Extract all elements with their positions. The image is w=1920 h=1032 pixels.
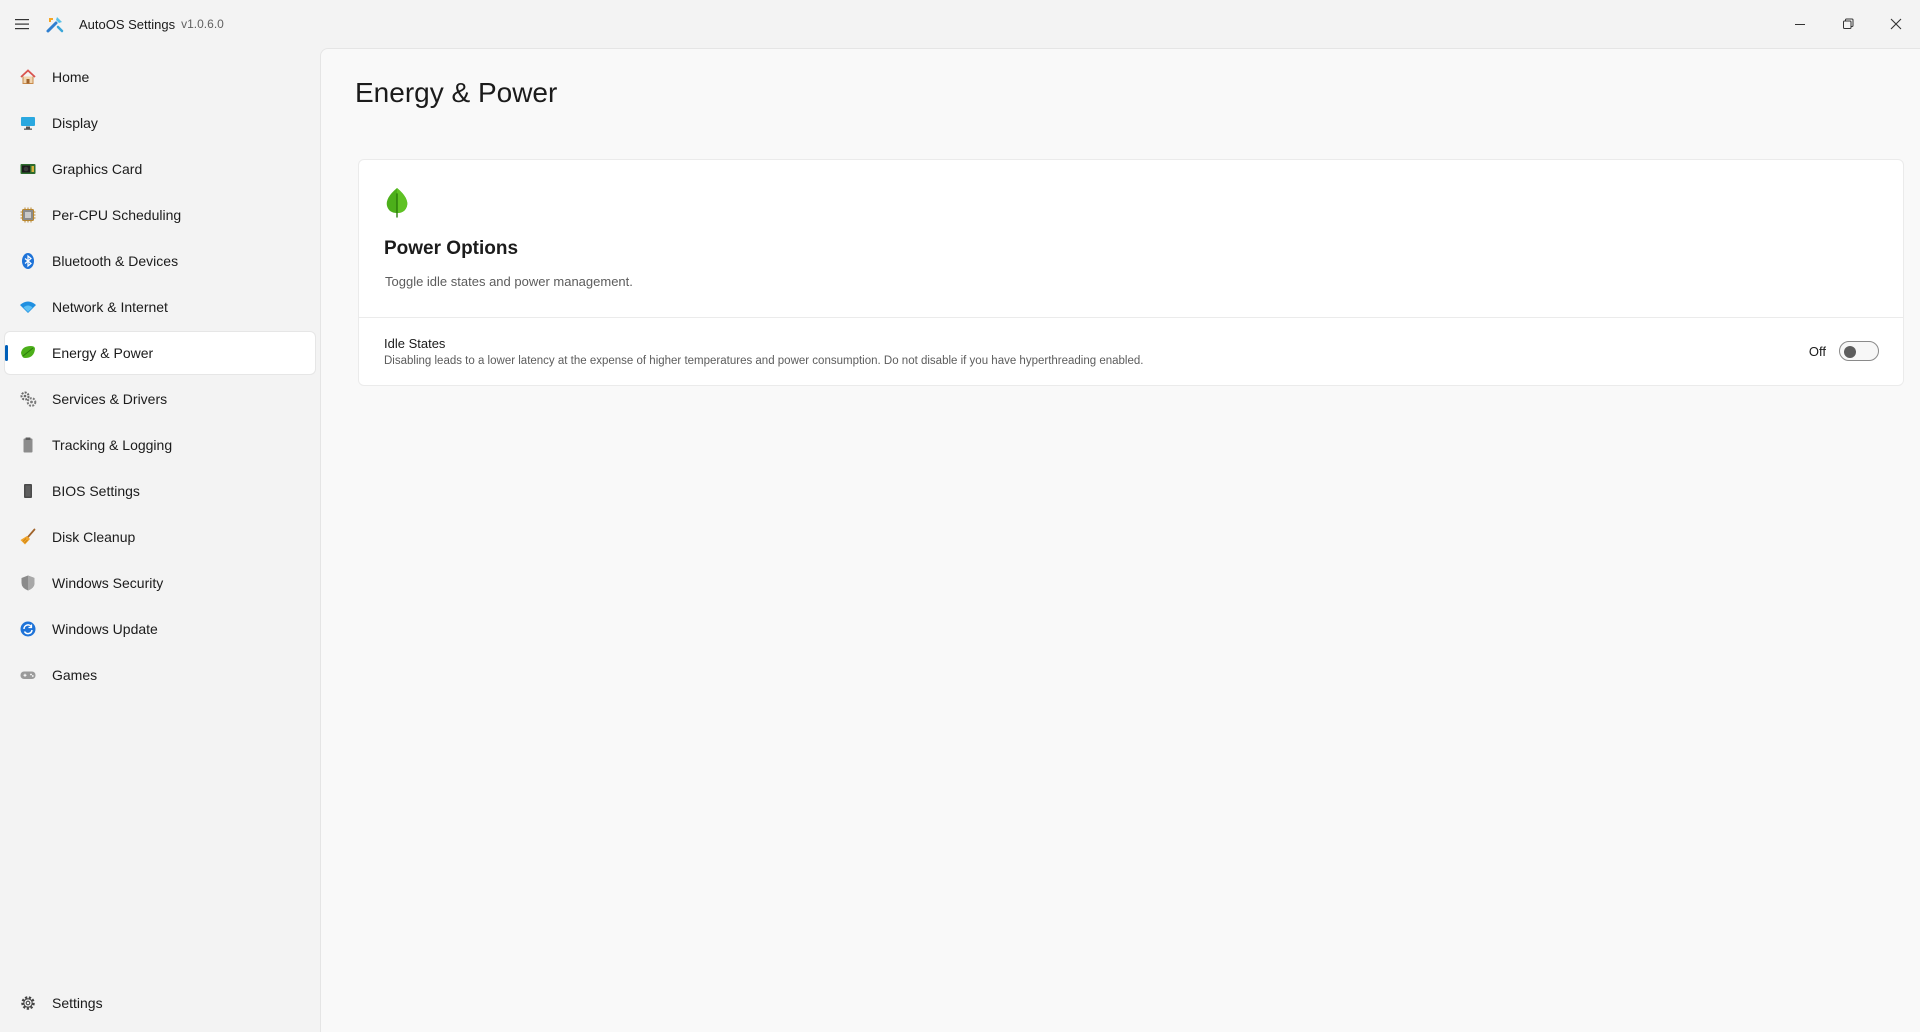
shield-icon xyxy=(18,573,38,593)
idle-states-row: Idle States Disabling leads to a lower l… xyxy=(359,318,1903,386)
close-icon xyxy=(1890,18,1902,30)
leaf-icon xyxy=(18,343,38,363)
setting-description: Disabling leads to a lower latency at th… xyxy=(384,355,1144,367)
sidebar-item-tracking-logging[interactable]: Tracking & Logging xyxy=(5,424,315,466)
gamepad-icon xyxy=(18,665,38,685)
close-button[interactable] xyxy=(1872,0,1920,48)
sidebar-item-bluetooth-devices[interactable]: Bluetooth & Devices xyxy=(5,240,315,282)
hamburger-icon xyxy=(15,19,29,30)
sidebar-item-disk-cleanup[interactable]: Disk Cleanup xyxy=(5,516,315,558)
sidebar-item-bios-settings[interactable]: BIOS Settings xyxy=(5,470,315,512)
sidebar-item-label: Display xyxy=(52,115,98,131)
gears-icon xyxy=(18,389,38,409)
minimize-icon xyxy=(1795,24,1805,25)
setting-title: Idle States xyxy=(384,336,446,351)
monitor-icon xyxy=(18,113,38,133)
sidebar-item-label: Network & Internet xyxy=(52,299,168,315)
power-options-card: Power Options Toggle idle states and pow… xyxy=(358,159,1904,386)
sidebar-item-label: Per-CPU Scheduling xyxy=(52,207,182,223)
restore-button[interactable] xyxy=(1824,0,1872,48)
hamburger-menu-button[interactable] xyxy=(2,4,42,44)
gear-icon xyxy=(18,993,38,1013)
update-icon xyxy=(18,619,38,639)
wifi-icon xyxy=(18,297,38,317)
sidebar-item-display[interactable]: Display xyxy=(5,102,315,144)
idle-states-toggle[interactable] xyxy=(1839,341,1879,361)
sidebar-item-label: Windows Update xyxy=(52,621,158,637)
idle-states-toggle-group: Off xyxy=(1809,341,1879,361)
clipboard-icon xyxy=(18,435,38,455)
sidebar-item-label: Bluetooth & Devices xyxy=(52,253,179,269)
app-version: v1.0.6.0 xyxy=(181,17,224,31)
page-title: Energy & Power xyxy=(355,77,558,108)
sidebar-item-label: Disk Cleanup xyxy=(52,529,136,545)
toggle-knob xyxy=(1844,346,1856,358)
sidebar-item-label: Windows Security xyxy=(52,575,164,591)
card-description: Toggle idle states and power management. xyxy=(385,274,633,289)
sidebar-item-network-internet[interactable]: Network & Internet xyxy=(5,286,315,328)
sidebar-item-label: Graphics Card xyxy=(52,161,143,177)
broom-icon xyxy=(18,527,38,547)
sidebar-item-label: Tracking & Logging xyxy=(52,437,173,453)
app-logo-icon xyxy=(45,13,67,35)
sidebar-item-games[interactable]: Games xyxy=(5,654,315,696)
sidebar-item-label: Energy & Power xyxy=(52,345,154,361)
sidebar-item-per-cpu-scheduling[interactable]: Per-CPU Scheduling xyxy=(5,194,315,236)
window-controls xyxy=(1776,0,1920,48)
sidebar-item-energy-power[interactable]: Energy & Power xyxy=(5,332,315,374)
card-header: Power Options Toggle idle states and pow… xyxy=(359,160,1903,318)
sidebar-item-services-drivers[interactable]: Services & Drivers xyxy=(5,378,315,420)
sidebar-item-windows-security[interactable]: Windows Security xyxy=(5,562,315,604)
cpu-icon xyxy=(18,205,38,225)
main-content: Energy & Power Power Options Toggle idle… xyxy=(320,48,1920,1032)
sidebar-item-label: BIOS Settings xyxy=(52,483,140,499)
toggle-state-label: Off xyxy=(1808,343,1826,359)
sidebar-item-windows-update[interactable]: Windows Update xyxy=(5,608,315,650)
card-title: Power Options xyxy=(384,238,519,259)
gpu-icon xyxy=(18,159,38,179)
sidebar-item-label: Games xyxy=(52,667,98,683)
leaf-icon xyxy=(386,188,408,218)
restore-icon xyxy=(1843,18,1854,29)
minimize-button[interactable] xyxy=(1776,0,1824,48)
sidebar-item-settings[interactable]: Settings xyxy=(5,982,315,1024)
nav-list: Home Display Graphics Card Per-CPU Sched… xyxy=(0,48,320,696)
sidebar-item-label: Settings xyxy=(52,995,103,1011)
home-icon xyxy=(18,67,38,87)
sidebar-nav: Home Display Graphics Card Per-CPU Sched… xyxy=(0,48,320,1032)
sidebar-item-home[interactable]: Home xyxy=(5,56,315,98)
title-bar: AutoOS Settings v1.0.6.0 xyxy=(0,0,1920,48)
sidebar-item-graphics-card[interactable]: Graphics Card xyxy=(5,148,315,190)
bluetooth-icon xyxy=(18,251,38,271)
chip-icon xyxy=(18,481,38,501)
sidebar-item-label: Home xyxy=(52,69,90,85)
app-title: AutoOS Settings xyxy=(79,16,176,32)
sidebar-item-label: Services & Drivers xyxy=(52,391,168,407)
